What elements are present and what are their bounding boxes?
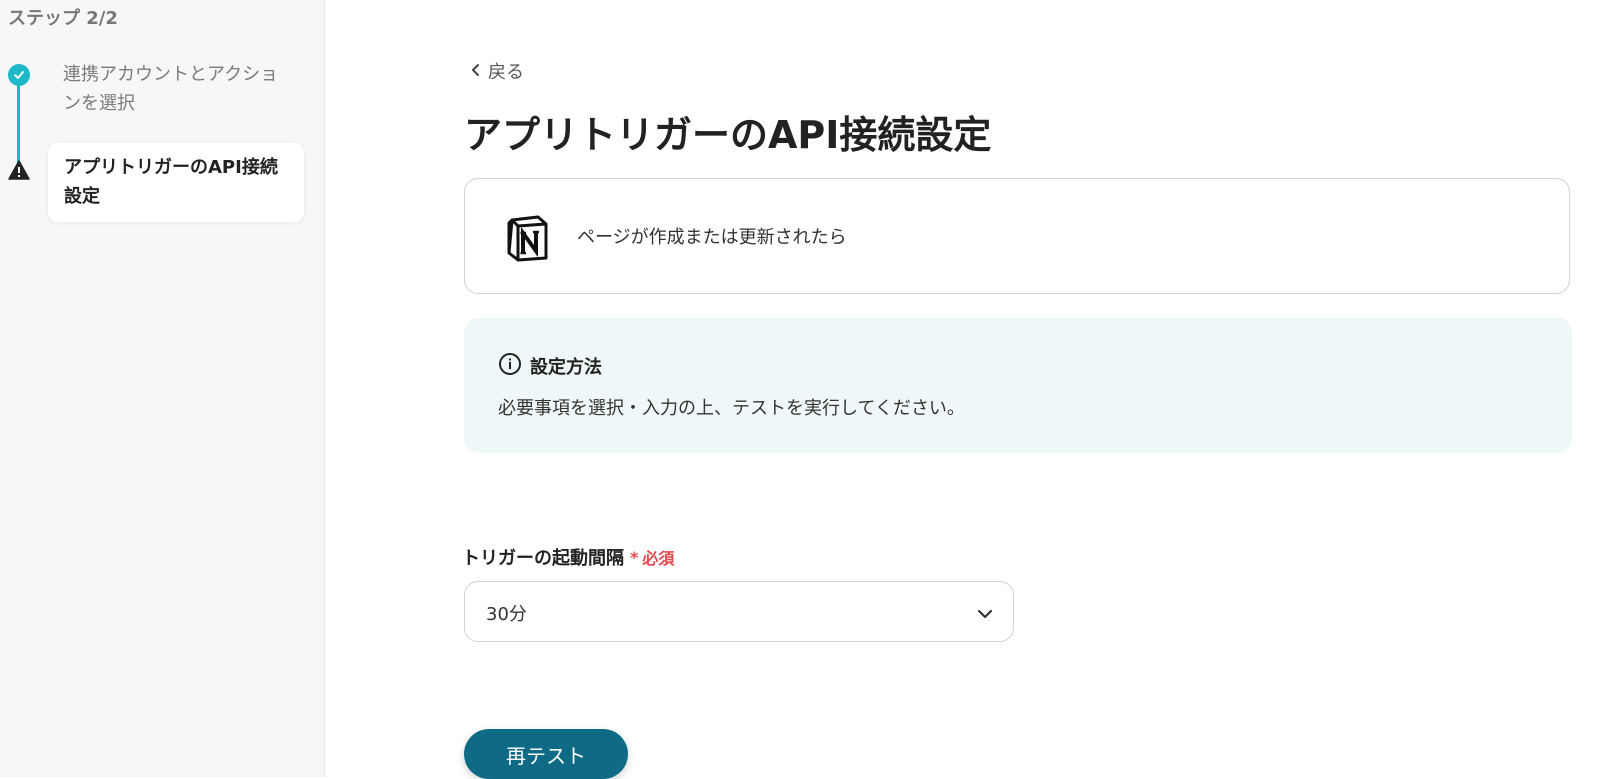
sidebar-step-2-label: アプリトリガーのAPI接続設定 — [64, 157, 278, 207]
info-body: 必要事項を選択・入力の上、テストを実行してください。 — [498, 398, 965, 419]
interval-select-value: 30分 — [486, 604, 527, 625]
sidebar-step-1-label[interactable]: 連携アカウントとアクションを選択 — [63, 60, 288, 118]
check-circle-icon — [8, 64, 30, 86]
sidebar-step-2-active[interactable]: アプリトリガーのAPI接続設定 — [48, 143, 304, 222]
back-label: 戻る — [488, 62, 524, 83]
interval-select[interactable]: 30分 — [464, 581, 1014, 642]
required-badge: * 必須 — [630, 545, 674, 569]
trigger-label: ページが作成または更新されたら — [577, 227, 847, 248]
info-icon — [498, 352, 522, 380]
trigger-card: ページが作成または更新されたら — [464, 178, 1570, 294]
step-counter: ステップ 2/2 — [8, 8, 118, 29]
info-title: 設定方法 — [530, 357, 602, 378]
interval-field-label: トリガーの起動間隔 * 必須 — [462, 544, 674, 570]
step-progress-line — [17, 80, 20, 166]
chevron-left-icon — [470, 61, 482, 82]
required-label: 必須 — [642, 549, 675, 568]
notion-logo-icon — [503, 213, 553, 267]
info-box: 設定方法 必要事項を選択・入力の上、テストを実行してください。 — [464, 318, 1572, 453]
chevron-down-icon — [977, 604, 993, 623]
back-link[interactable]: 戻る — [470, 58, 524, 84]
sidebar: ステップ 2/2 連携アカウントとアクションを選択 アプリトリガーのAPI接続設… — [0, 0, 325, 777]
retest-button[interactable]: 再テスト — [464, 729, 628, 779]
warning-icon — [8, 160, 30, 180]
page-title: アプリトリガーのAPI接続設定 — [464, 113, 992, 157]
interval-label: トリガーの起動間隔 — [462, 548, 624, 569]
required-asterisk: * — [630, 547, 639, 567]
